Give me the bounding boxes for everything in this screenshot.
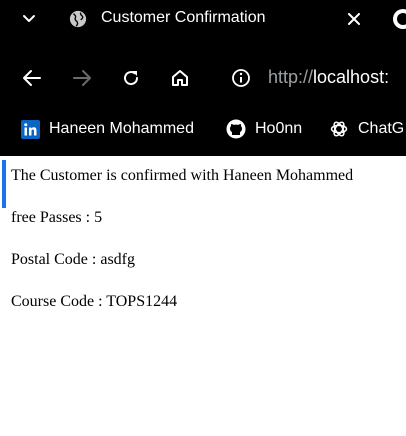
chevron-down-icon	[23, 15, 35, 22]
bookmark-chatgpt[interactable]: ChatG	[329, 118, 404, 140]
bookmark-github[interactable]: Ho0nn	[226, 118, 302, 140]
confirmation-message: The Customer is confirmed with Haneen Mo…	[11, 167, 354, 184]
reload-button[interactable]	[119, 66, 143, 90]
linkedin-icon	[20, 119, 40, 139]
url-host: localhost:	[313, 67, 390, 87]
focus-indicator	[2, 160, 6, 208]
home-button[interactable]	[168, 66, 192, 90]
free-passes-text: free Passes : 5	[11, 209, 103, 226]
address-bar[interactable]: http://localhost:	[268, 67, 389, 88]
reload-icon	[124, 71, 139, 86]
bookmark-label: ChatG	[358, 120, 405, 137]
globe-icon	[69, 10, 87, 28]
browser-chrome: Customer Confirmation http://localhost: …	[0, 0, 406, 156]
tab-close-button[interactable]	[344, 9, 364, 29]
navigation-toolbar: http://localhost:	[0, 56, 406, 100]
forward-button[interactable]	[70, 66, 94, 90]
chatgpt-icon	[329, 119, 349, 139]
course-code-text: Course Code : TOPS1244	[11, 293, 178, 310]
home-icon	[172, 70, 188, 86]
arrow-left-icon	[23, 70, 41, 86]
url-protocol: http://	[268, 67, 314, 87]
tab-row: Customer Confirmation	[0, 0, 406, 38]
page-content: The Customer is confirmed with Haneen Mo…	[0, 156, 406, 436]
bookmark-label: Ho0nn	[255, 120, 303, 137]
info-icon	[232, 69, 250, 87]
site-info-button[interactable]	[229, 66, 253, 90]
github-tab-icon[interactable]	[392, 8, 406, 30]
close-icon	[348, 13, 360, 25]
postal-code-text: Postal Code : asdfg	[11, 251, 135, 268]
tab-title[interactable]: Customer Confirmation	[101, 9, 266, 27]
back-button[interactable]	[20, 66, 44, 90]
bookmark-linkedin[interactable]: Haneen Mohammed	[20, 118, 194, 140]
github-icon	[226, 119, 246, 139]
bookmark-label: Haneen Mohammed	[49, 120, 194, 137]
tab-list-button[interactable]	[18, 9, 40, 29]
bookmarks-bar: Haneen Mohammed Ho0nn ChatG	[0, 112, 406, 146]
arrow-right-icon	[73, 70, 91, 86]
